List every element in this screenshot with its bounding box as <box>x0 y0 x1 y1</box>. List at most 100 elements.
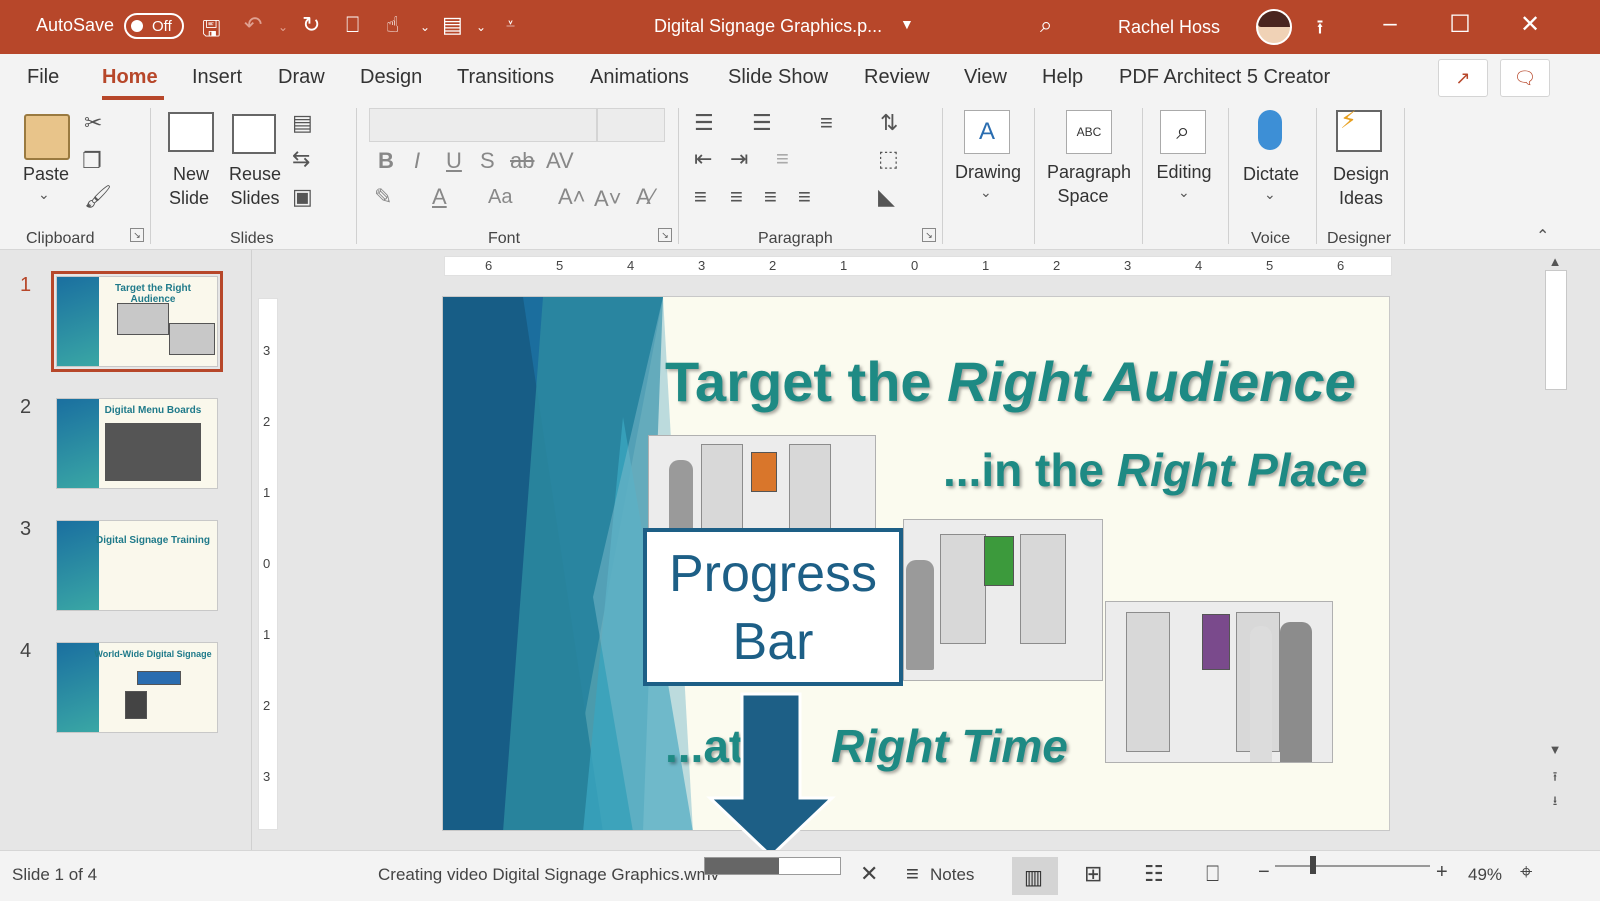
new-slide-icon[interactable] <box>168 112 214 152</box>
smartart-icon[interactable]: ◣ <box>878 184 895 210</box>
justify-icon[interactable]: ≡ <box>798 184 811 210</box>
undo-dropdown-icon[interactable]: ⌄ <box>278 20 288 34</box>
tab-pdf-architect[interactable]: PDF Architect 5 Creator <box>1119 66 1330 89</box>
elevator-scene-2[interactable] <box>903 519 1103 681</box>
bold-icon[interactable]: B <box>378 148 394 174</box>
design-ideas-icon[interactable]: ⚡ <box>1336 107 1382 152</box>
design-ideas-label-2[interactable]: Ideas <box>1326 186 1396 210</box>
zoom-level[interactable]: 49% <box>1468 865 1502 885</box>
reuse-slides-icon[interactable] <box>232 114 276 154</box>
text-direction-icon[interactable]: ⬚ <box>878 146 899 172</box>
tab-home[interactable]: Home <box>102 66 158 89</box>
title-dropdown-icon[interactable]: ▼ <box>900 16 914 32</box>
touch-mode-icon[interactable]: ☝ <box>386 12 399 38</box>
cancel-video-icon[interactable]: ✕ <box>860 861 878 887</box>
reuse-slides-label-1[interactable]: Reuse <box>224 162 286 186</box>
minimize-icon[interactable]: – <box>1370 10 1410 38</box>
search-icon[interactable]: ⌕ <box>1040 12 1052 38</box>
sort-icon[interactable]: ⇅ <box>880 110 898 136</box>
save-icon[interactable]: 🖫 <box>202 12 221 50</box>
character-spacing-icon[interactable]: AV <box>546 148 574 174</box>
section-icon[interactable]: ▣ <box>292 184 313 210</box>
tab-design[interactable]: Design <box>360 66 422 89</box>
collapse-ribbon-icon[interactable]: ⌃ <box>1536 226 1549 246</box>
bullets-icon[interactable]: ☰ <box>694 110 714 136</box>
microphone-icon[interactable] <box>1258 110 1282 150</box>
scroll-up-icon[interactable]: ▲ <box>1544 254 1566 269</box>
zoom-slider-track[interactable] <box>1275 865 1430 867</box>
format-painter-icon[interactable]: 🖌 <box>84 184 112 210</box>
zoom-in-icon[interactable]: + <box>1436 861 1448 884</box>
slide-sorter-icon[interactable]: ⊞ <box>1084 861 1102 887</box>
editing-search-icon[interactable]: ⌕ <box>1160 110 1206 154</box>
undo-icon[interactable]: ↶ <box>244 12 262 38</box>
shadow-icon[interactable]: S <box>480 148 495 174</box>
decrease-indent-icon[interactable]: ⇤ <box>694 146 712 172</box>
paragraph-space-icon[interactable]: ABC <box>1066 110 1112 154</box>
slide-thumbnail-4[interactable]: World-Wide Digital Signage <box>56 642 218 733</box>
shrink-font-icon[interactable]: A˅ <box>594 186 622 212</box>
drawing-dropdown-icon[interactable]: ⌄ <box>980 184 992 201</box>
paste-dropdown-icon[interactable]: ⌄ <box>38 186 50 203</box>
slide-subtitle-place[interactable]: ...in the Right Place <box>943 443 1367 497</box>
touch-dropdown-icon[interactable]: ⌄ <box>420 20 430 34</box>
drawing-icon[interactable]: A <box>964 110 1010 154</box>
editing-label[interactable]: Editing <box>1148 160 1220 184</box>
layout-dropdown-icon[interactable]: ⌄ <box>476 20 486 34</box>
tab-slide-show[interactable]: Slide Show <box>728 66 828 89</box>
paragraph-launcher-icon[interactable]: ↘ <box>922 228 936 242</box>
layout-icon[interactable]: ▤ <box>292 110 313 136</box>
change-case-icon[interactable]: Aa <box>488 186 512 209</box>
paragraph-space-label-2[interactable]: Space <box>1046 184 1120 208</box>
font-name-combo[interactable] <box>369 108 597 142</box>
avatar[interactable] <box>1256 9 1292 45</box>
underline-icon[interactable]: U <box>446 148 462 174</box>
new-slide-label-1[interactable]: New <box>158 162 224 186</box>
slide-thumbnail-3[interactable]: Digital Signage Training <box>56 520 218 611</box>
tab-review[interactable]: Review <box>864 66 930 89</box>
align-right-icon[interactable]: ≡ <box>764 184 777 210</box>
scroll-down-icon[interactable]: ▼ <box>1544 742 1566 757</box>
normal-view-button[interactable]: ▥ <box>1012 857 1058 895</box>
elevator-scene-3[interactable] <box>1105 601 1333 763</box>
slide-title[interactable]: Target the Right Audience <box>665 349 1356 414</box>
comments-button[interactable]: 🗨 <box>1500 59 1550 97</box>
dictate-dropdown-icon[interactable]: ⌄ <box>1264 186 1276 203</box>
clipboard-launcher-icon[interactable]: ↘ <box>130 228 144 242</box>
strikethrough-icon[interactable]: ab <box>510 148 534 174</box>
design-ideas-label-1[interactable]: Design <box>1326 162 1396 186</box>
editing-dropdown-icon[interactable]: ⌄ <box>1178 184 1190 201</box>
reuse-slides-label-2[interactable]: Slides <box>224 186 286 210</box>
share-button[interactable]: ↗ <box>1438 59 1488 97</box>
tab-insert[interactable]: Insert <box>192 66 242 89</box>
clear-formatting-icon[interactable]: A⁄ <box>636 184 654 210</box>
slide-thumbnail-1[interactable]: Target the Right Audience <box>51 271 223 372</box>
notes-icon[interactable]: ≡ <box>906 861 919 887</box>
italic-icon[interactable]: I <box>414 148 420 174</box>
align-center-icon[interactable]: ≡ <box>730 184 743 210</box>
grow-font-icon[interactable]: A˄ <box>558 184 586 210</box>
copy-icon[interactable]: ❐ <box>82 148 102 174</box>
dictate-label[interactable]: Dictate <box>1236 162 1306 186</box>
drawing-label[interactable]: Drawing <box>950 160 1026 184</box>
notes-label[interactable]: Notes <box>930 865 974 885</box>
cut-icon[interactable]: ✂ <box>84 110 102 136</box>
increase-indent-icon[interactable]: ⇥ <box>730 146 748 172</box>
customize-toolbar-icon[interactable]: ⩡ <box>506 16 515 34</box>
paragraph-space-label-1[interactable]: Paragraph <box>1046 160 1132 184</box>
present-icon[interactable]: ⎕ <box>346 12 359 38</box>
paste-label[interactable]: Paste <box>20 162 72 186</box>
tab-file[interactable]: File <box>27 66 59 89</box>
tab-help[interactable]: Help <box>1042 66 1083 89</box>
font-launcher-icon[interactable]: ↘ <box>658 228 672 242</box>
slide-thumbnail-2[interactable]: Digital Menu Boards <box>56 398 218 489</box>
next-slide-icon[interactable]: ⭳ <box>1544 792 1566 814</box>
zoom-out-icon[interactable]: − <box>1258 861 1270 884</box>
close-icon[interactable]: ✕ <box>1510 10 1550 39</box>
fit-to-window-icon[interactable]: ⌖ <box>1520 859 1532 885</box>
ribbon-display-icon[interactable]: ⭱ <box>1300 13 1340 47</box>
maximize-icon[interactable]: ☐ <box>1440 10 1480 39</box>
reset-icon[interactable]: ⇆ <box>292 146 310 172</box>
layout-icon[interactable]: ▤ <box>442 12 463 38</box>
highlight-icon[interactable]: ✎ <box>374 184 392 210</box>
